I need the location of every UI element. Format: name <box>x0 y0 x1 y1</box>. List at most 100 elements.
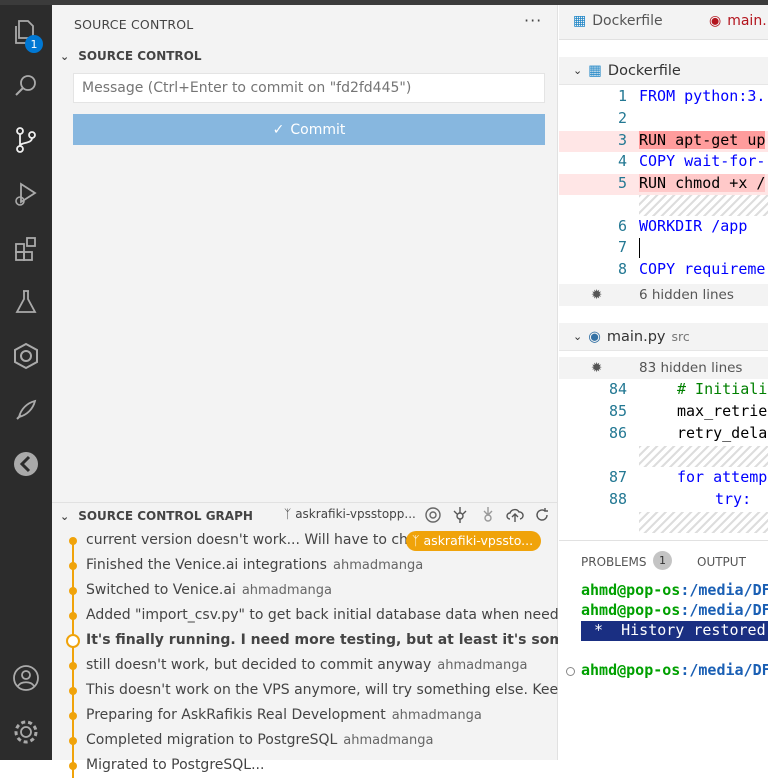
refresh-icon[interactable] <box>533 506 551 524</box>
code-line: max_retrie <box>677 402 768 420</box>
remote-explorer-icon[interactable] <box>0 333 52 379</box>
commit-row[interactable]: current version doesn't work... Will hav… <box>52 528 558 553</box>
line-number: 85 <box>608 402 627 420</box>
bottom-panel: PROBLEMS 1 OUTPUT ahmd@pop-os:/media/DF … <box>559 540 768 760</box>
commit-message: Added "import_csv.py" to get back initia… <box>86 607 558 623</box>
tab-problems[interactable]: PROBLEMS <box>581 555 647 569</box>
code-line: # Initiali <box>677 380 768 398</box>
commit-author: ahmadmanga <box>332 558 424 573</box>
docker-icon: ▦ <box>573 13 587 29</box>
commit-message: Preparing for AskRafikis Real Developmen… <box>86 707 386 723</box>
tab-label: Dockerfile <box>592 13 663 29</box>
code-line-deleted: RUN apt-get up <box>639 131 766 149</box>
branch-selector[interactable]: ᛉ askrafiki-vpsstopp... <box>284 507 416 521</box>
chevron-down-icon: ⌄ <box>573 330 583 343</box>
commit-row[interactable]: Added "import_csv.py" to get back initia… <box>52 603 558 628</box>
pull-icon[interactable] <box>479 506 497 524</box>
unfold-icon: ✹ <box>591 360 603 376</box>
run-debug-icon[interactable] <box>0 171 52 217</box>
terminal-user: ahmd@pop-os <box>581 661 681 679</box>
editor-tabs: ▦ Dockerfile ◉ main. <box>559 5 768 40</box>
source-control-icon[interactable] <box>0 117 52 163</box>
commit-graph-list: current version doesn't work... Will hav… <box>52 528 558 778</box>
graph-title: ⌄ SOURCE CONTROL GRAPH <box>60 509 253 523</box>
python-icon: ◉ <box>709 13 722 29</box>
account-icon[interactable] <box>0 655 52 701</box>
code-line: COPY wait-for- <box>639 152 766 170</box>
line-number: 8 <box>617 260 627 278</box>
commit-message: current version doesn't work... Will hav… <box>86 532 422 548</box>
cloud-upload-icon[interactable] <box>506 506 524 524</box>
diff-filler <box>639 446 768 467</box>
tab-dockerfile[interactable]: ▦ Dockerfile <box>573 13 663 29</box>
diff-filler <box>639 512 768 533</box>
line-number: 1 <box>617 87 627 105</box>
terminal-path: :/media/DF <box>680 601 768 619</box>
explorer-icon[interactable]: 1 <box>0 9 52 55</box>
terminal-path: :/media/DF <box>680 661 768 679</box>
chevron-down-icon: ⌄ <box>60 510 70 523</box>
explorer-badge: 1 <box>25 35 43 53</box>
commit-message: Migrated to PostgreSQL... <box>86 757 265 773</box>
commit-message: still doesn't work, but decided to commi… <box>86 657 432 673</box>
commit-message: This doesn't work on the VPS anymore, wi… <box>86 682 558 698</box>
fetch-icon[interactable] <box>451 506 469 524</box>
settings-gear-icon[interactable] <box>0 709 52 755</box>
testing-flask-icon[interactable] <box>0 279 52 325</box>
branch-tag-label: askrafiki-vpssto... <box>423 533 534 548</box>
hidden-lines-fold[interactable]: ✹ 83 hidden lines <box>559 357 768 379</box>
code-line: FROM python:3. <box>639 87 766 105</box>
dockerfile-diff-header[interactable]: ⌄ ▦ Dockerfile <box>559 57 768 85</box>
hidden-lines-fold[interactable]: ✹ 6 hidden lines <box>559 284 768 306</box>
code-line: retry_dela <box>677 424 768 442</box>
commit-row[interactable]: Finished the Venice.ai integrations ahmad… <box>52 553 558 578</box>
commit-row[interactable]: still doesn't work, but decided to commi… <box>52 653 558 678</box>
activity-bar: 1 <box>0 5 52 760</box>
terminal-line: ahmd@pop-os:/media/DF <box>581 581 768 599</box>
line-number: 88 <box>608 490 627 508</box>
tab-main-py[interactable]: ◉ main. <box>709 13 767 29</box>
commit-row[interactable]: Completed migration to PostgreSQL ahmadma… <box>52 728 558 753</box>
history-restored-banner: * History restored <box>581 621 768 641</box>
git-graph-icon[interactable] <box>0 441 52 487</box>
hidden-lines-label: 83 hidden lines <box>639 360 743 376</box>
mainpy-diff-header[interactable]: ⌄ ◉ main.py src <box>559 323 768 351</box>
tab-label: main. <box>727 13 767 29</box>
commit-row[interactable]: Migrated to PostgreSQL... <box>52 753 558 778</box>
commit-row[interactable]: It's finally running. I need more testin… <box>52 628 558 653</box>
commit-button[interactable]: ✓ Commit <box>73 114 545 145</box>
extensions-icon[interactable] <box>0 225 52 271</box>
more-actions-icon[interactable]: ··· <box>524 11 542 30</box>
terminal-user: ahmd@pop-os <box>581 601 681 619</box>
file-header-label: main.py <box>606 328 666 345</box>
commit-author: ahmadmanga <box>241 583 333 598</box>
commit-row[interactable]: This doesn't work on the VPS anymore, wi… <box>52 678 558 703</box>
line-number: 3 <box>617 131 627 149</box>
chevron-down-icon: ⌄ <box>573 64 583 77</box>
branch-tag[interactable]: ᛉ askrafiki-vpssto... <box>406 531 542 551</box>
graph-section-header[interactable]: ⌄ SOURCE CONTROL GRAPH ᛉ askrafiki-vpsst… <box>52 502 558 526</box>
search-icon[interactable] <box>0 63 52 109</box>
commit-author: ahmadmanga <box>343 733 434 748</box>
branch-icon: ᛉ <box>412 533 420 548</box>
chevron-down-icon: ⌄ <box>60 50 70 63</box>
section-header[interactable]: ⌄ SOURCE CONTROL <box>60 49 202 63</box>
commit-row[interactable]: Switched to Venice.ai ahmadmanga <box>52 578 558 603</box>
docker-icon: ▦ <box>588 62 602 79</box>
tab-output[interactable]: OUTPUT <box>697 555 746 569</box>
diff-filler <box>639 195 768 216</box>
file-header-path: src <box>671 329 690 344</box>
check-icon: ✓ <box>272 121 285 138</box>
code-line: COPY requireme <box>639 260 766 278</box>
code-line: WORKDIR /app <box>639 217 748 235</box>
commit-row[interactable]: Preparing for AskRafikis Real Developmen… <box>52 703 558 728</box>
commit-message-input[interactable] <box>73 73 545 103</box>
code-line-deleted: RUN chmod +x / <box>639 174 766 192</box>
line-number: 84 <box>608 380 627 398</box>
deploy-rocket-icon[interactable] <box>0 387 52 433</box>
target-icon[interactable] <box>424 506 442 524</box>
section-label: SOURCE CONTROL <box>78 49 202 63</box>
problems-count-badge: 1 <box>653 551 672 570</box>
terminal-line[interactable]: ahmd@pop-os:/media/DF <box>581 661 768 679</box>
terminal-user: ahmd@pop-os <box>581 581 681 599</box>
